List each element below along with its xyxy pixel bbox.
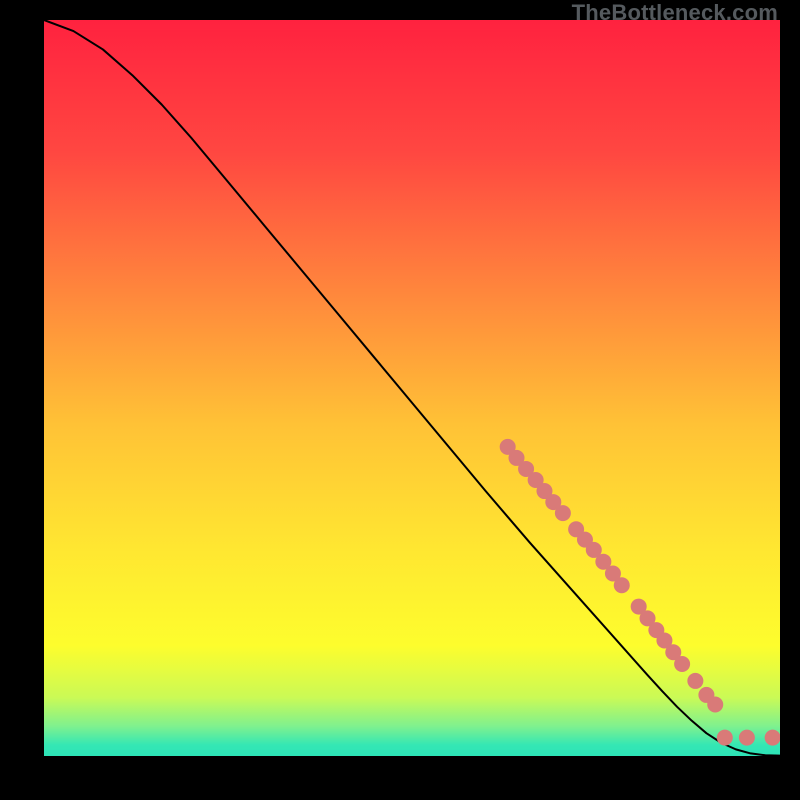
gpu-point [687,673,703,689]
gpu-point [555,505,571,521]
plot-area [44,20,780,756]
gpu-point [614,577,630,593]
gpu-point [739,730,755,746]
gpu-point [717,730,733,746]
chart-frame: TheBottleneck.com [0,0,800,800]
gpu-point [707,696,723,712]
chart-svg [44,20,780,756]
gpu-point [674,656,690,672]
gpu-point [765,730,780,746]
